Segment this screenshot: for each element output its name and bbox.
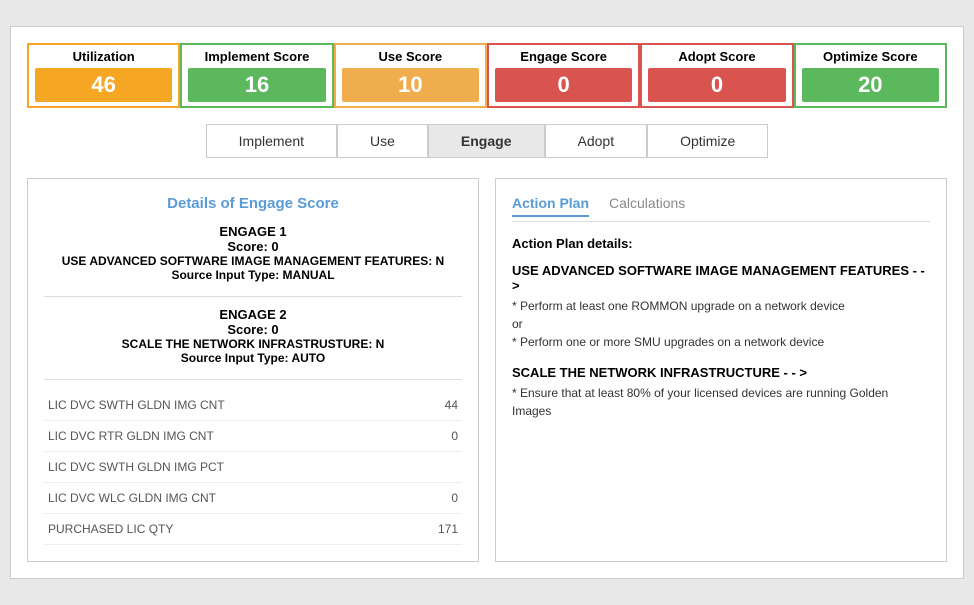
action-item-text: * Perform one or more SMU upgrades on a … bbox=[512, 333, 930, 351]
table-row: LIC DVC SWTH GLDN IMG CNT 44 bbox=[44, 390, 462, 421]
row-label: PURCHASED LIC QTY bbox=[48, 522, 173, 536]
left-panel-title: Details of Engage Score bbox=[44, 195, 462, 212]
table-row: LIC DVC RTR GLDN IMG CNT 0 bbox=[44, 421, 462, 452]
utilization-value: 46 bbox=[35, 68, 172, 102]
table-row: LIC DVC SWTH GLDN IMG PCT bbox=[44, 452, 462, 483]
engage2-source: Source Input Type: AUTO bbox=[44, 351, 462, 365]
row-label: LIC DVC RTR GLDN IMG CNT bbox=[48, 429, 214, 443]
tab-calculations[interactable]: Calculations bbox=[609, 195, 685, 217]
data-rows-container: LIC DVC SWTH GLDN IMG CNT 44 LIC DVC RTR G… bbox=[44, 390, 462, 545]
tab-navigation: Implement Use Engage Adopt Optimize bbox=[27, 124, 947, 158]
row-label: LIC DVC SWTH GLDN IMG CNT bbox=[48, 398, 225, 412]
right-panel: Action Plan Calculations Action Plan det… bbox=[495, 178, 947, 562]
score-optimize: Optimize Score 20 bbox=[794, 43, 947, 108]
optimize-label: Optimize Score bbox=[802, 49, 939, 64]
score-header: Utilization 46 Implement Score 16 Use Sc… bbox=[27, 43, 947, 108]
row-value: 0 bbox=[451, 491, 458, 505]
divider2 bbox=[44, 379, 462, 380]
row-label: LIC DVC WLC GLDN IMG CNT bbox=[48, 491, 216, 505]
use-label: Use Score bbox=[342, 49, 479, 64]
main-content: Details of Engage Score ENGAGE 1 Score: … bbox=[27, 178, 947, 562]
engage1-feature: USE ADVANCED SOFTWARE IMAGE MANAGEMENT F… bbox=[44, 254, 462, 268]
tab-adopt[interactable]: Adopt bbox=[545, 124, 648, 158]
optimize-value: 20 bbox=[802, 68, 939, 102]
engage-value: 0 bbox=[495, 68, 632, 102]
table-row: LIC DVC WLC GLDN IMG CNT 0 bbox=[44, 483, 462, 514]
row-label: LIC DVC SWTH GLDN IMG PCT bbox=[48, 460, 224, 474]
engage2-feature: SCALE THE NETWORK INFRASTRUSTURE: N bbox=[44, 337, 462, 351]
engage1-source: Source Input Type: MANUAL bbox=[44, 268, 462, 282]
engage1-section: ENGAGE 1 Score: 0 USE ADVANCED SOFTWARE … bbox=[44, 224, 462, 282]
action-plan-details-label: Action Plan details: bbox=[512, 236, 930, 251]
engage1-title: ENGAGE 1 bbox=[44, 224, 462, 239]
use-value: 10 bbox=[342, 68, 479, 102]
action-item-text: * Perform at least one ROMMON upgrade on… bbox=[512, 297, 930, 315]
action-item-text: * Ensure that at least 80% of your licen… bbox=[512, 384, 930, 420]
score-use: Use Score 10 bbox=[334, 43, 487, 108]
tab-action-plan[interactable]: Action Plan bbox=[512, 195, 589, 217]
main-container: Utilization 46 Implement Score 16 Use Sc… bbox=[10, 26, 964, 579]
tab-implement[interactable]: Implement bbox=[206, 124, 337, 158]
divider1 bbox=[44, 296, 462, 297]
tab-use[interactable]: Use bbox=[337, 124, 428, 158]
engage2-title: ENGAGE 2 bbox=[44, 307, 462, 322]
implement-value: 16 bbox=[188, 68, 325, 102]
score-engage: Engage Score 0 bbox=[487, 43, 640, 108]
engage-label: Engage Score bbox=[495, 49, 632, 64]
table-row: PURCHASED LIC QTY 171 bbox=[44, 514, 462, 545]
utilization-label: Utilization bbox=[35, 49, 172, 64]
action-item-text: or bbox=[512, 315, 930, 333]
right-tabs: Action Plan Calculations bbox=[512, 195, 930, 222]
adopt-label: Adopt Score bbox=[648, 49, 785, 64]
adopt-value: 0 bbox=[648, 68, 785, 102]
tab-optimize[interactable]: Optimize bbox=[647, 124, 768, 158]
engage2-score: Score: 0 bbox=[44, 322, 462, 337]
action-item-header-2: SCALE THE NETWORK INFRASTRUCTURE - - > bbox=[512, 365, 930, 380]
score-implement: Implement Score 16 bbox=[180, 43, 333, 108]
score-adopt: Adopt Score 0 bbox=[640, 43, 793, 108]
tab-engage[interactable]: Engage bbox=[428, 124, 545, 158]
action-item-header-1: USE ADVANCED SOFTWARE IMAGE MANAGEMENT F… bbox=[512, 263, 930, 293]
action-item-1: USE ADVANCED SOFTWARE IMAGE MANAGEMENT F… bbox=[512, 263, 930, 351]
action-item-2: SCALE THE NETWORK INFRASTRUCTURE - - > * … bbox=[512, 365, 930, 420]
implement-label: Implement Score bbox=[188, 49, 325, 64]
engage1-score: Score: 0 bbox=[44, 239, 462, 254]
action-items-container: USE ADVANCED SOFTWARE IMAGE MANAGEMENT F… bbox=[512, 263, 930, 420]
row-value: 171 bbox=[438, 522, 458, 536]
row-value: 0 bbox=[451, 429, 458, 443]
row-value: 44 bbox=[445, 398, 458, 412]
left-panel: Details of Engage Score ENGAGE 1 Score: … bbox=[27, 178, 479, 562]
engage2-section: ENGAGE 2 Score: 0 SCALE THE NETWORK INFR… bbox=[44, 307, 462, 365]
score-utilization: Utilization 46 bbox=[27, 43, 180, 108]
